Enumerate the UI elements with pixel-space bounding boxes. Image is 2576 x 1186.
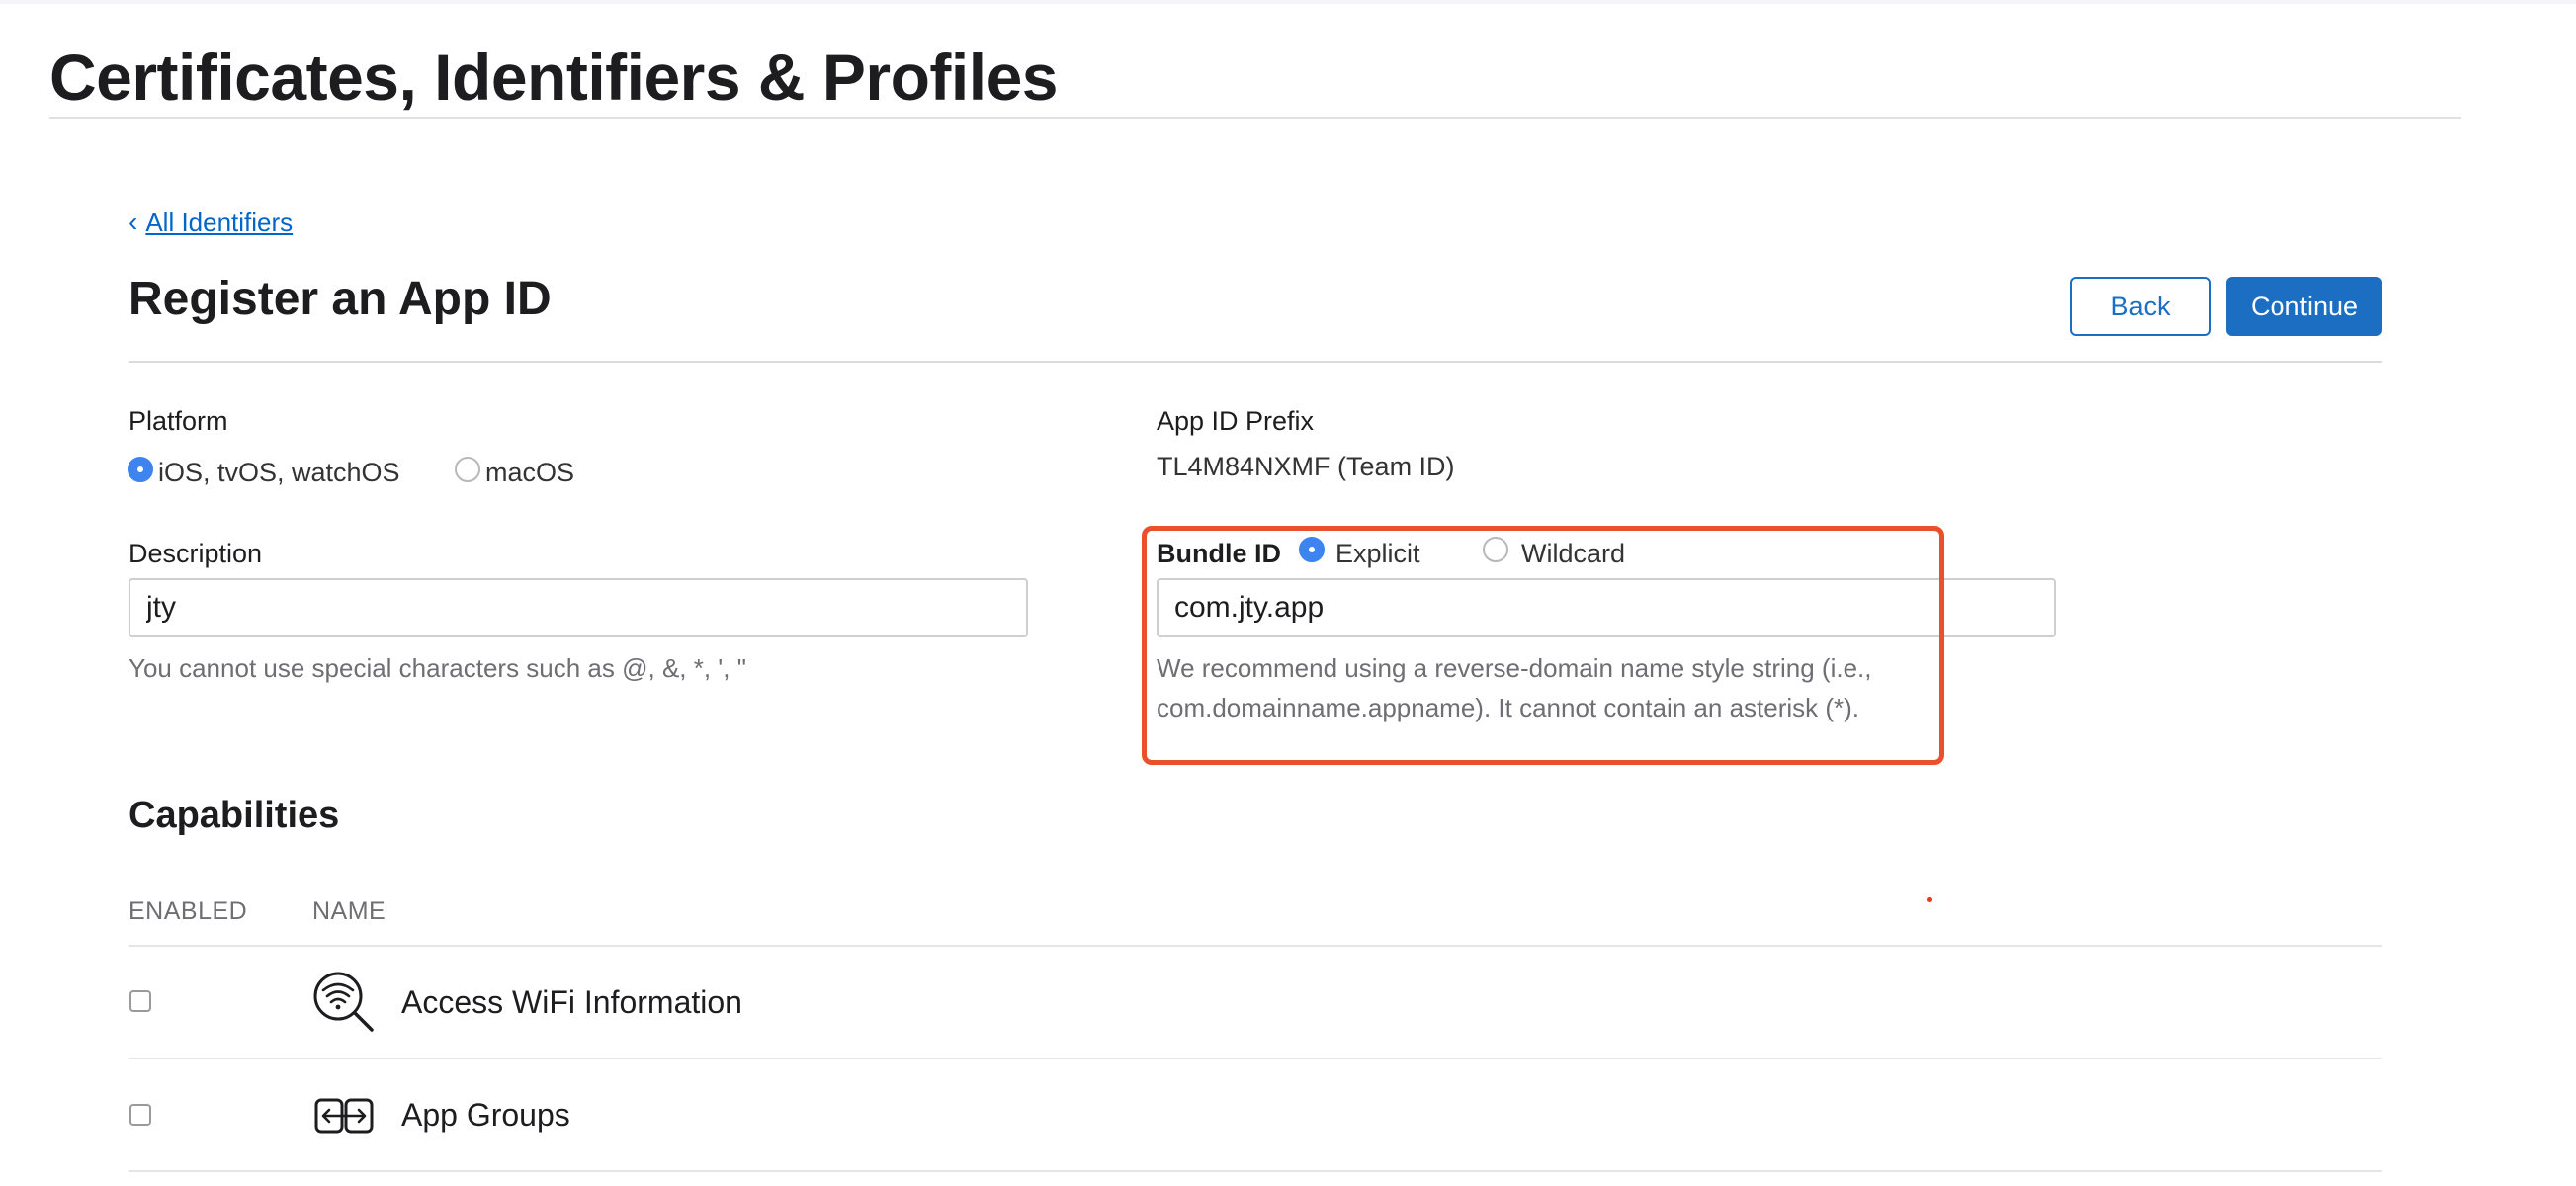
table-row-divider xyxy=(129,1170,2382,1172)
app-groups-icon xyxy=(314,1098,374,1134)
header-divider xyxy=(49,117,2461,119)
platform-option-macos-label[interactable]: macOS xyxy=(485,458,574,488)
capability-name-app-groups: App Groups xyxy=(401,1097,570,1133)
wifi-search-icon xyxy=(313,972,374,1032)
platform-label: Platform xyxy=(129,406,228,436)
form-title: Register an App ID xyxy=(129,273,552,325)
chevron-left-icon: ‹ xyxy=(129,207,138,237)
capabilities-title: Capabilities xyxy=(129,795,340,836)
table-row-divider xyxy=(129,1058,2382,1059)
app-id-prefix-label: App ID Prefix xyxy=(1157,406,1315,436)
all-identifiers-link-label: All Identifiers xyxy=(145,207,294,237)
column-header-enabled: ENABLED xyxy=(129,897,248,925)
page-title: Certificates, Identifiers & Profiles xyxy=(49,41,1059,114)
app-id-prefix-value: TL4M84NXMF (Team ID) xyxy=(1157,452,1455,481)
form-divider xyxy=(129,361,2382,363)
back-button[interactable]: Back xyxy=(2070,277,2211,336)
capability-checkbox-access-wifi[interactable] xyxy=(129,990,151,1012)
description-help: You cannot use special characters such a… xyxy=(129,653,746,683)
all-identifiers-link[interactable]: ‹ All Identifiers xyxy=(129,207,293,238)
table-header-divider xyxy=(129,945,2382,947)
bundle-id-highlight-box xyxy=(1142,526,1944,765)
capability-checkbox-app-groups[interactable] xyxy=(129,1104,151,1126)
description-label: Description xyxy=(129,539,263,568)
platform-radio-ios[interactable] xyxy=(128,457,153,482)
platform-option-ios-label[interactable]: iOS, tvOS, watchOS xyxy=(158,458,400,488)
top-strip xyxy=(0,0,2576,4)
platform-radio-macos[interactable] xyxy=(455,457,480,482)
page: Certificates, Identifiers & Profiles ‹ A… xyxy=(0,0,2576,1186)
capability-name-access-wifi: Access WiFi Information xyxy=(401,984,742,1020)
continue-button[interactable]: Continue xyxy=(2226,277,2382,336)
description-input[interactable] xyxy=(129,578,1028,637)
column-header-name: NAME xyxy=(312,897,386,925)
cursor-dot xyxy=(1927,897,1932,902)
